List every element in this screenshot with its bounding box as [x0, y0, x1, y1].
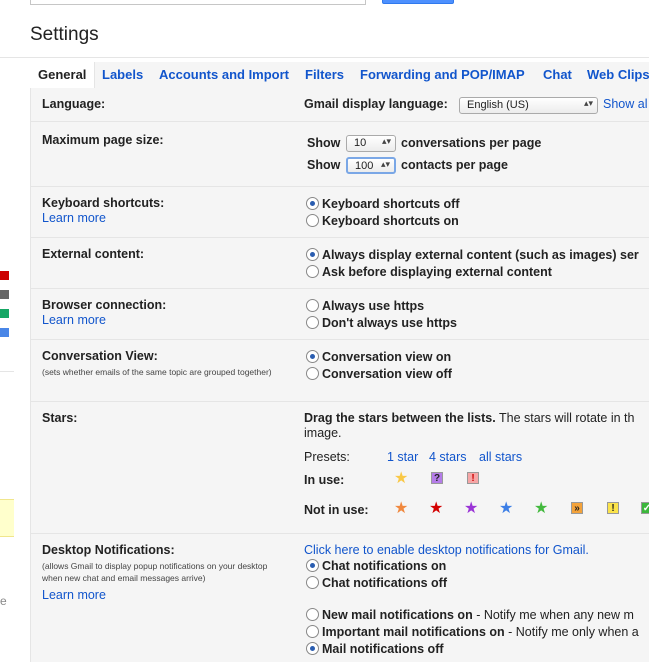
stars-label: Stars: [42, 411, 78, 425]
no-https-radio[interactable] [306, 316, 319, 329]
stars-intro: Drag the stars between the lists. The st… [304, 411, 635, 425]
preset-1-star-link[interactable]: 1 star [387, 450, 418, 464]
conversation-view-label: Conversation View: [42, 349, 158, 363]
divider [0, 57, 649, 58]
preset-all-stars-link[interactable]: all stars [479, 450, 522, 464]
contacts-per-page-select[interactable]: 100 ▴▾ [346, 157, 396, 174]
label-color-swatch[interactable] [0, 328, 9, 337]
page-size-label: Maximum page size: [42, 133, 164, 147]
select-arrows-icon: ▴▾ [583, 98, 593, 108]
blue-star-icon[interactable]: ★ [499, 501, 513, 517]
tab-chat[interactable]: Chat [543, 67, 572, 82]
chat-notifications-off-radio[interactable] [306, 576, 319, 589]
purple-question-icon[interactable]: ? [431, 472, 443, 484]
purple-star-icon[interactable]: ★ [464, 501, 478, 517]
desktop-notifications-note: (allows Gmail to display popup notificat… [42, 561, 268, 583]
row-divider [31, 288, 649, 289]
tab-filters[interactable]: Filters [305, 67, 344, 82]
conversation-view-off-radio[interactable] [306, 367, 319, 380]
conversations-per-page-select[interactable]: 10 ▴▾ [346, 135, 396, 152]
keyboard-shortcuts-off-radio[interactable] [306, 197, 319, 210]
important-mail-notifications-label: Important mail notifications on - Notify… [322, 625, 639, 639]
always-https-label: Always use https [322, 299, 425, 313]
keyboard-shortcuts-on-label: Keyboard shortcuts on [322, 214, 459, 228]
label-color-swatch[interactable] [0, 271, 9, 280]
red-bang-icon[interactable]: ! [467, 472, 479, 484]
search-input[interactable] [30, 0, 366, 5]
conversations-per-page-text: conversations per page [401, 136, 542, 150]
orange-star-icon[interactable]: ★ [394, 501, 408, 517]
no-https-label: Don't always use https [322, 316, 457, 330]
select-arrows-icon: ▴▾ [381, 136, 391, 146]
settings-tabs: General Labels Accounts and Import Filte… [30, 62, 649, 88]
row-divider [31, 533, 649, 534]
new-mail-notifications-radio[interactable] [306, 608, 319, 621]
select-arrows-icon: ▴▾ [380, 159, 390, 169]
sidebar-text-fragment: e [0, 594, 7, 608]
browser-learn-more-link[interactable]: Learn more [42, 313, 106, 327]
orange-guillemet-icon[interactable]: » [571, 502, 583, 514]
label-color-swatch[interactable] [0, 309, 9, 318]
conversation-view-note: (sets whether emails of the same topic a… [42, 367, 272, 377]
external-ask-label: Ask before displaying external content [322, 265, 552, 279]
show-label: Show [307, 136, 341, 150]
keyboard-learn-more-link[interactable]: Learn more [42, 211, 106, 225]
sidebar-notice [0, 499, 14, 537]
show-all-languages-link[interactable]: Show al [603, 97, 647, 111]
conversation-view-on-radio[interactable] [306, 350, 319, 363]
tab-accounts-and-import[interactable]: Accounts and Import [159, 67, 289, 82]
green-star-icon[interactable]: ★ [534, 501, 548, 517]
keyboard-shortcuts-on-radio[interactable] [306, 214, 319, 227]
row-divider [31, 237, 649, 238]
tab-labels[interactable]: Labels [102, 67, 143, 82]
chat-notifications-on-label: Chat notifications on [322, 559, 447, 573]
green-check-icon[interactable]: ✓ [641, 502, 649, 514]
external-ask-radio[interactable] [306, 265, 319, 278]
display-language-label: Gmail display language: [304, 97, 448, 111]
chat-notifications-off-label: Chat notifications off [322, 576, 447, 590]
desktop-learn-more-link[interactable]: Learn more [42, 588, 106, 602]
show-label: Show [307, 158, 341, 172]
tab-general[interactable]: General [30, 62, 96, 88]
divider [0, 371, 14, 372]
desktop-notifications-label: Desktop Notifications: [42, 543, 175, 557]
yellow-bang-icon[interactable]: ! [607, 502, 619, 514]
label-color-swatch[interactable] [0, 290, 9, 299]
yellow-star-icon[interactable]: ★ [394, 471, 408, 487]
row-divider [31, 186, 649, 187]
display-language-select[interactable]: English (US) ▴▾ [459, 97, 598, 114]
new-mail-notifications-label: New mail notifications on - Notify me wh… [322, 608, 634, 622]
keyboard-shortcuts-off-label: Keyboard shortcuts off [322, 197, 460, 211]
conversation-view-off-label: Conversation view off [322, 367, 452, 381]
tab-web-clips[interactable]: Web Clips [587, 67, 649, 82]
contacts-per-page-text: contacts per page [401, 158, 508, 172]
in-use-label: In use: [304, 473, 345, 487]
page-title: Settings [30, 24, 99, 45]
tab-forwarding-pop-imap[interactable]: Forwarding and POP/IMAP [360, 67, 525, 82]
preset-4-stars-link[interactable]: 4 stars [429, 450, 467, 464]
mail-notifications-off-radio[interactable] [306, 642, 319, 655]
conversation-view-on-label: Conversation view on [322, 350, 452, 364]
enable-desktop-notifications-link[interactable]: Click here to enable desktop notificatio… [304, 543, 589, 557]
browser-connection-label: Browser connection: [42, 298, 167, 312]
search-button[interactable] [382, 0, 454, 4]
row-divider [31, 339, 649, 340]
row-divider [31, 401, 649, 402]
presets-label: Presets: [304, 450, 350, 464]
row-divider [31, 121, 649, 122]
chat-notifications-on-radio[interactable] [306, 559, 319, 572]
external-content-label: External content: [42, 247, 145, 261]
always-https-radio[interactable] [306, 299, 319, 312]
red-star-icon[interactable]: ★ [429, 501, 443, 517]
not-in-use-label: Not in use: [304, 503, 369, 517]
external-always-radio[interactable] [306, 248, 319, 261]
external-always-label: Always display external content (such as… [322, 248, 639, 262]
important-mail-notifications-radio[interactable] [306, 625, 319, 638]
stars-intro-line2: image. [304, 426, 342, 440]
keyboard-shortcuts-label: Keyboard shortcuts: [42, 196, 165, 210]
language-label: Language: [42, 97, 106, 111]
